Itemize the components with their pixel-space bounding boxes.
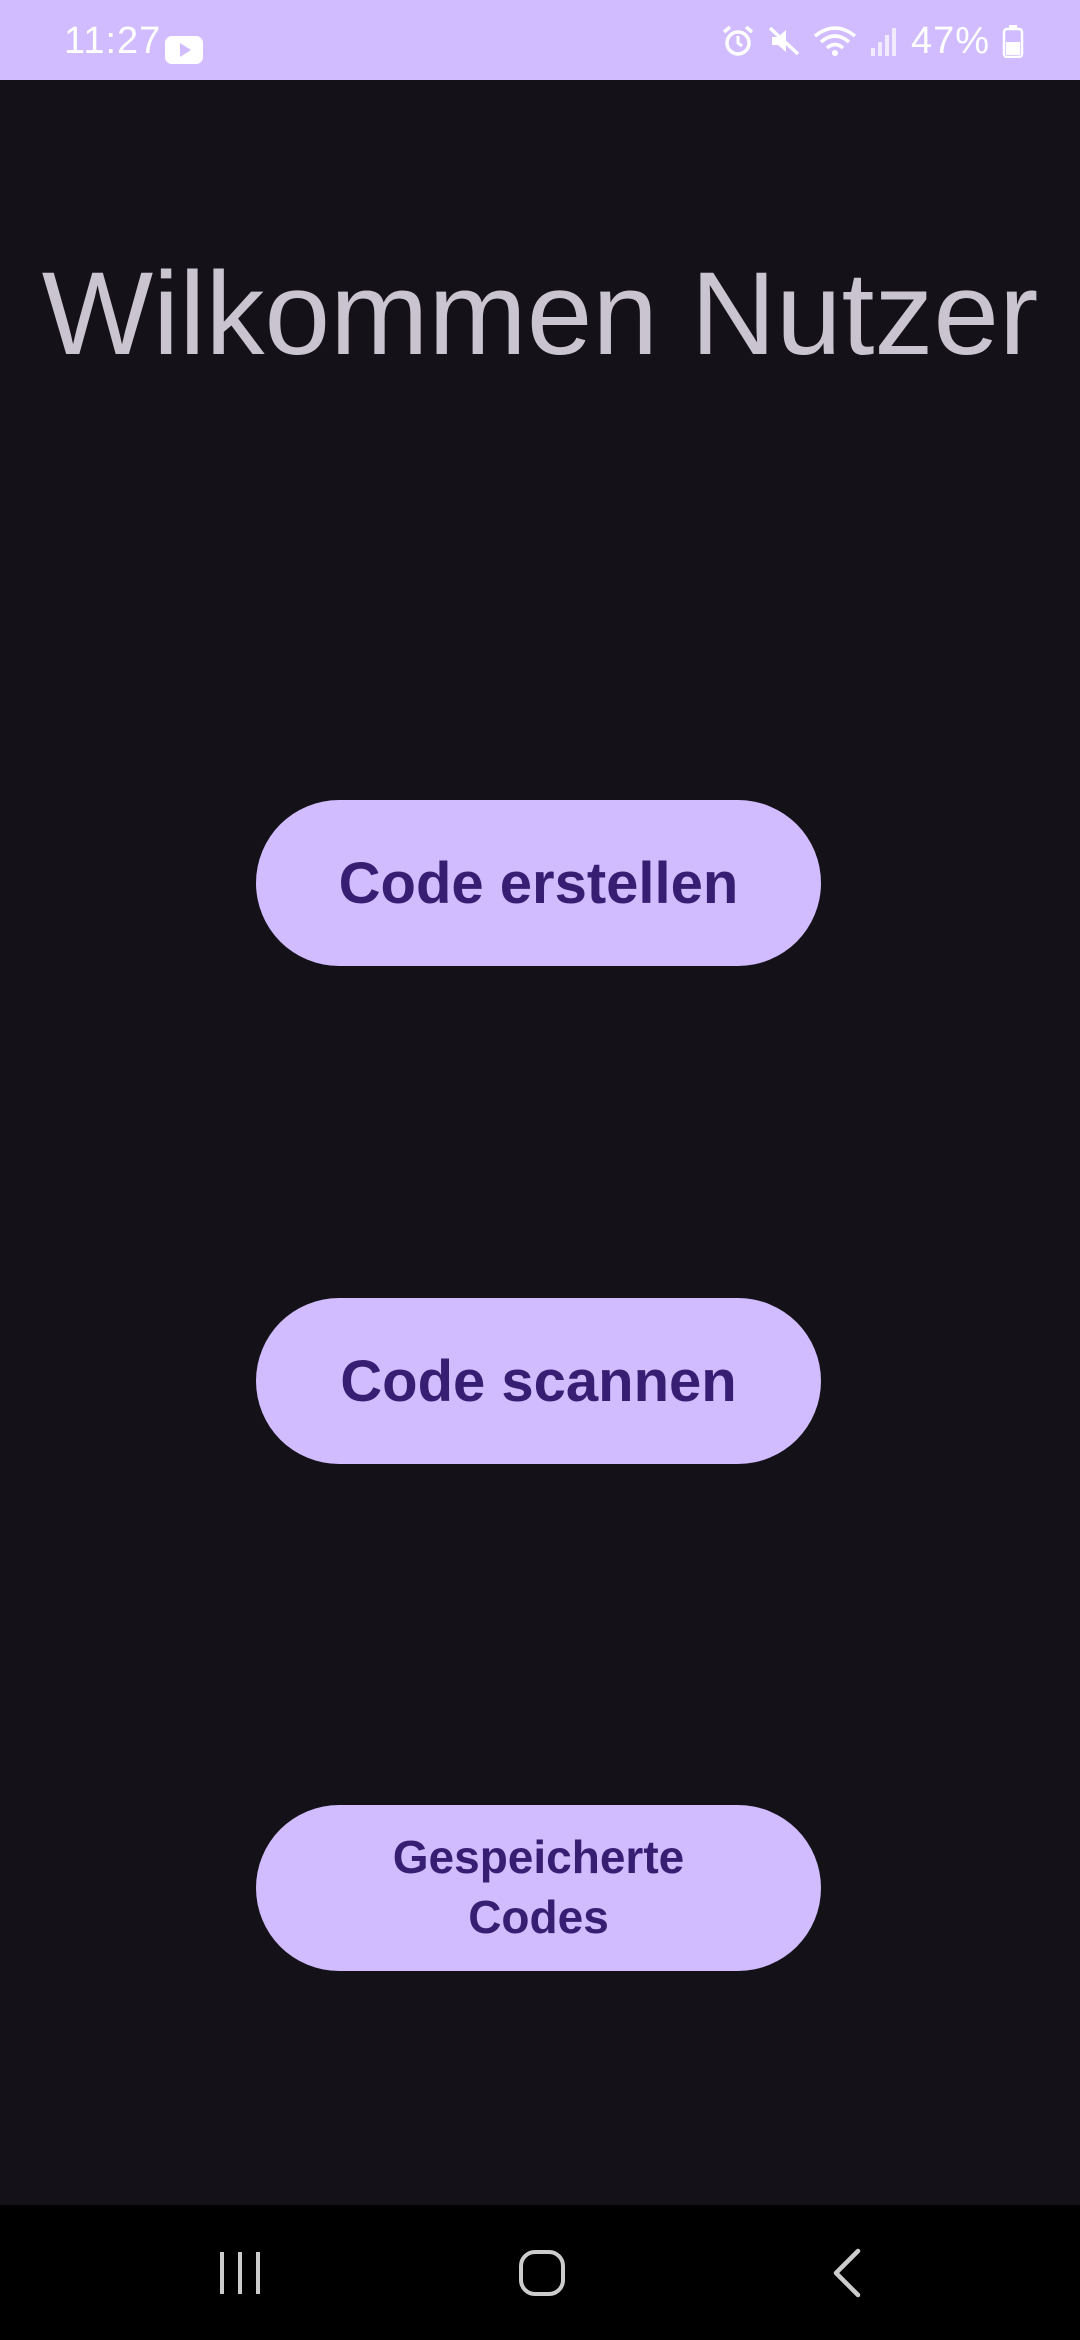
home-icon[interactable] xyxy=(518,2249,566,2297)
battery-percent: 47% xyxy=(910,20,990,62)
signal-icon xyxy=(870,28,896,56)
saved-codes-label-line2: Codes xyxy=(468,1891,609,1943)
create-code-label: Code erstellen xyxy=(338,850,739,916)
scan-code-label: Code scannen xyxy=(340,1348,737,1414)
wifi-icon xyxy=(813,26,857,56)
page-title: Wilkommen Nutzer xyxy=(41,248,1039,380)
recent-apps-icon[interactable] xyxy=(216,2250,264,2296)
scan-code-button[interactable]: Code scannen xyxy=(256,1298,821,1464)
saved-codes-label-line1: Gespeicherte xyxy=(392,1831,685,1884)
create-code-button[interactable]: Code erstellen xyxy=(256,800,821,966)
saved-codes-button[interactable]: Gespeicherte Codes xyxy=(256,1805,821,1971)
saved-codes-label: Gespeicherte Codes xyxy=(393,1828,684,1948)
back-icon[interactable] xyxy=(828,2247,864,2299)
status-icons: 47% xyxy=(721,22,1024,60)
alarm-icon xyxy=(722,25,754,56)
mute-icon xyxy=(768,26,800,56)
navigation-bar xyxy=(0,2205,1080,2340)
status-bar: 11:27 47% xyxy=(0,0,1080,80)
youtube-icon xyxy=(165,36,203,64)
status-time: 11:27 xyxy=(64,20,162,62)
battery-icon xyxy=(1002,25,1024,58)
